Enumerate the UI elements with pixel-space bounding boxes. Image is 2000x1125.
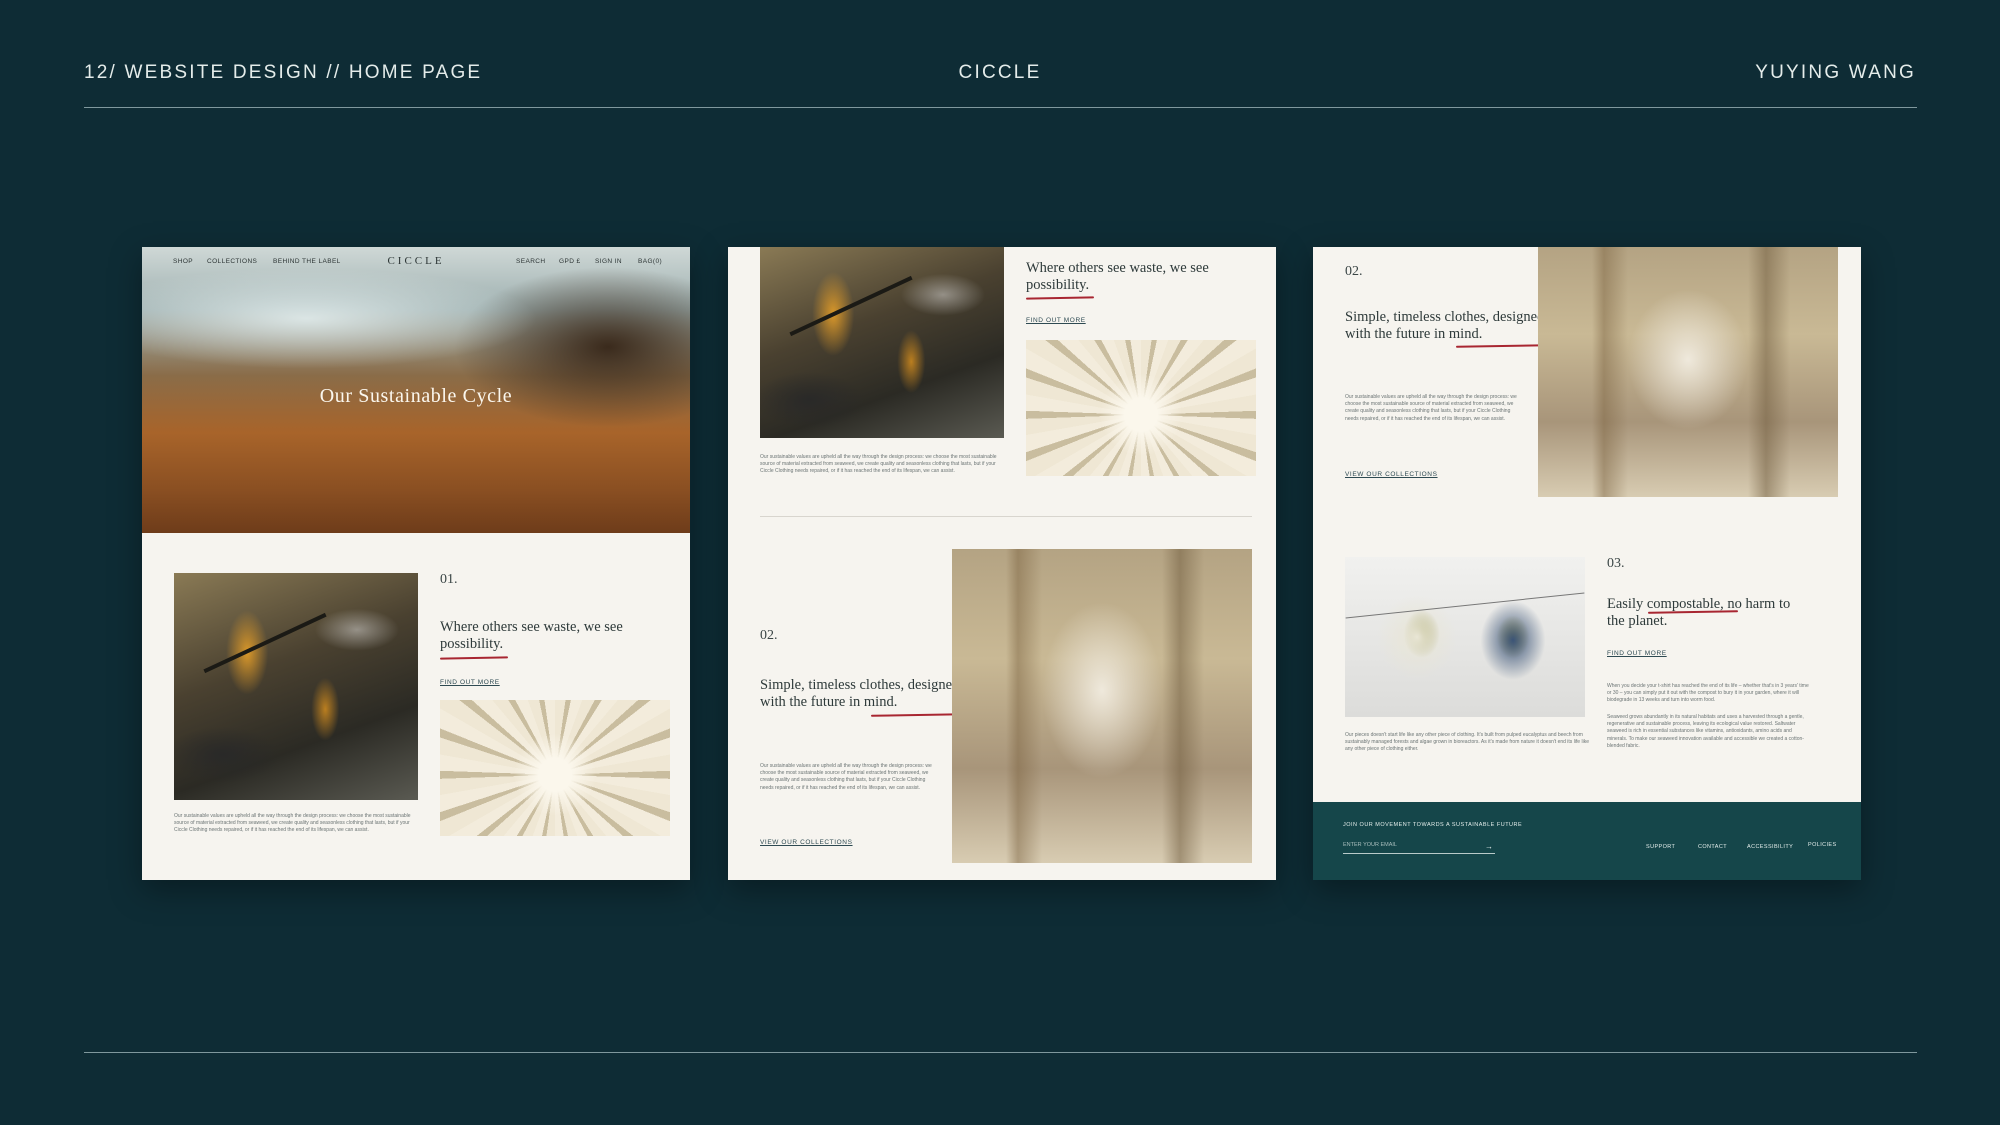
coat-model-photo [1538,247,1838,497]
arrow-right-icon[interactable]: → [1485,842,1493,851]
body-copy: When you decide your t-shirt has reached… [1607,683,1809,704]
nav-currency[interactable]: GPD £ [559,258,581,265]
section-number: 02. [760,628,778,643]
body-copy: Our sustainable values are upheld all th… [174,813,411,834]
footer-link-policies[interactable]: POLICIES [1808,842,1837,848]
highlight-underline [439,656,509,660]
body-copy: Seaweed grows abundantly in its natural … [1607,714,1804,749]
homepage-mockup-2: Where others see waste, we see possibili… [728,247,1276,880]
nav-behind-the-label[interactable]: BEHIND THE LABEL [273,258,341,265]
body-copy: Our sustainable values are upheld all th… [760,454,997,475]
nav-search[interactable]: SEARCH [516,258,546,265]
site-footer: JOIN OUR MOVEMENT TOWARDS A SUSTAINABLE … [1313,802,1861,880]
footer-divider [84,1052,1917,1053]
section-headline: Simple, timeless clothes, designed with … [760,677,960,710]
footer-link-support[interactable]: SUPPORT [1646,844,1675,850]
section-divider [760,516,1252,517]
section-number: 03. [1607,556,1625,571]
section-number: 02. [1345,264,1363,279]
footer-link-contact[interactable]: CONTACT [1698,844,1727,850]
footer-link-accessibility[interactable]: ACCESSIBILITY [1747,844,1793,850]
homepage-mockup-1: SHOP COLLECTIONS BEHIND THE LABEL CICCLE… [142,247,690,880]
email-field[interactable]: ENTER YOUR EMAIL → [1343,842,1495,854]
body-copy: Our sustainable values are upheld all th… [1345,394,1517,422]
nav-shop[interactable]: SHOP [173,258,193,265]
project-title: CICCLE [958,62,1042,83]
section-headline: Where others see waste, we see possibili… [1026,260,1209,293]
site-logo[interactable]: CICCLE [387,255,444,267]
highlight-underline [1025,296,1095,300]
section-headline: Where others see waste, we see possibili… [440,619,623,652]
kelp-photo [174,573,418,800]
coat-model-photo [952,549,1252,863]
section-headline: Easily compostable, no harm to the plane… [1607,596,1791,629]
nav-bag[interactable]: BAG(0) [638,258,662,265]
kelp-photo [760,247,1004,438]
laundry-line-photo [1345,557,1585,717]
section-number: 01. [440,572,458,587]
slide-header: 12/ WEBSITE DESIGN // HOME PAGE CICCLE Y… [84,62,1916,86]
author-name: YUYING WANG [1755,62,1916,83]
view-collections-link[interactable]: VIEW OUR COLLECTIONS [1345,471,1438,478]
site-nav: SHOP COLLECTIONS BEHIND THE LABEL CICCLE… [142,247,690,275]
slide-label: 12/ WEBSITE DESIGN // HOME PAGE [84,62,483,83]
highlight-underline [870,713,964,717]
section-headline: Simple, timeless clothes, designed with … [1345,309,1545,342]
nav-collections[interactable]: COLLECTIONS [207,258,257,265]
header-divider [84,107,1917,108]
body-copy: Our sustainable values are upheld all th… [760,763,932,791]
view-collections-link[interactable]: VIEW OUR COLLECTIONS [760,839,853,846]
nav-sign-in[interactable]: SIGN IN [595,258,622,265]
fabric-photo [1026,340,1256,476]
homepage-mockup-3: 02. Simple, timeless clothes, designed w… [1313,247,1861,880]
body-copy: Our pieces doesn't start life like any o… [1345,732,1589,753]
newsletter-heading: JOIN OUR MOVEMENT TOWARDS A SUSTAINABLE … [1343,822,1523,828]
find-out-more-link[interactable]: FIND OUT MORE [440,679,500,686]
hero-title: Our Sustainable Cycle [319,385,513,407]
fabric-photo [440,700,670,836]
find-out-more-link[interactable]: FIND OUT MORE [1607,650,1667,657]
email-placeholder: ENTER YOUR EMAIL [1343,842,1397,848]
find-out-more-link[interactable]: FIND OUT MORE [1026,317,1086,324]
highlight-underline [1455,344,1549,348]
